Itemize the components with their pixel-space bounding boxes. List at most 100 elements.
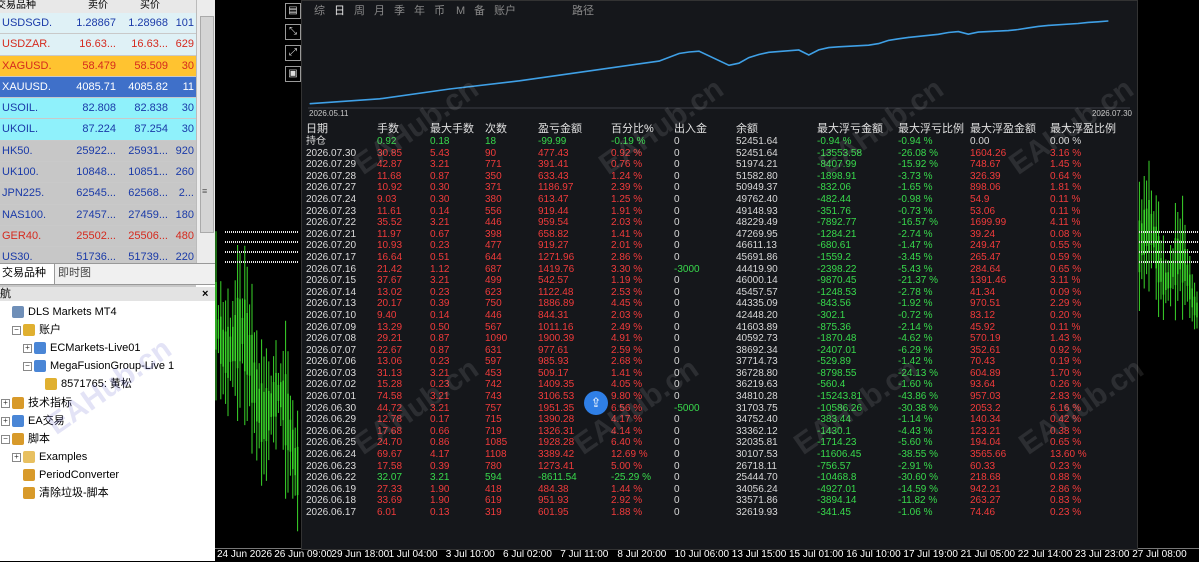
header-ask[interactable]: 买价: [140, 0, 168, 13]
table-cell: 570.19: [970, 333, 1001, 345]
spread-cell: 101: [175, 17, 194, 29]
spread-cell: 180: [175, 208, 194, 221]
shrink-icon[interactable]: ⤡: [285, 24, 301, 40]
table-cell: 1.90: [430, 483, 450, 495]
market-watch-row[interactable]: UKOIL. 87.224 87.254 30: [0, 119, 196, 141]
header-bid[interactable]: 卖价: [88, 0, 116, 13]
market-watch-row[interactable]: XAUUSD. 4085.71 4085.82 11: [0, 76, 196, 99]
candle-body: [220, 316, 222, 364]
scroll-thumb[interactable]: [200, 16, 214, 233]
navigator-node[interactable]: − 脚本: [0, 430, 215, 448]
table-cell: 1604.26: [970, 147, 1007, 159]
expander-icon[interactable]: −: [12, 326, 21, 336]
tab-symbols[interactable]: 交易品种: [0, 264, 55, 284]
table-row[interactable]: 2026.06.23 17.58 0.39 780 1273.41 5.00 % 0 2671…: [302, 461, 1137, 473]
table-cell: 1951.35: [538, 402, 575, 414]
expand-icon[interactable]: ⤢: [285, 45, 301, 61]
navigator-node[interactable]: + EA交易: [0, 412, 215, 430]
table-cell: 0.83 %: [1050, 495, 1082, 507]
ask-cell: 10851...: [128, 166, 168, 179]
table-cell: 40592.73: [736, 333, 778, 345]
table-row[interactable]: 2026.07.20 10.93 0.23 477 919.27 2.01 % 0 46611…: [302, 240, 1137, 252]
market-watch-row[interactable]: NAS100. 27457... 27459... 180: [0, 204, 196, 226]
tab-tick-chart[interactable]: 即时图: [50, 264, 99, 284]
table-row[interactable]: 2026.07.07 22.67 0.87 631 977.61 2.59 % 0 38692…: [302, 345, 1137, 357]
navigator-node[interactable]: PeriodConverter: [0, 466, 215, 484]
close-icon[interactable]: ×: [202, 287, 208, 301]
table-cell: 0.86: [430, 437, 450, 449]
table-row[interactable]: 2026.07.15 37.67 3.21 499 542.57 1.19 % 0 46000…: [302, 275, 1137, 287]
table-cell: 15.28: [377, 379, 403, 391]
navigator-node[interactable]: − 账户: [0, 321, 215, 339]
market-watch-row[interactable]: USDZAR. 16.63... 16.63... 629: [0, 34, 196, 56]
table-cell: 30107.53: [736, 449, 778, 461]
table-row[interactable]: 2026.06.18 33.69 1.90 619 951.93 2.92 % 0 33571…: [302, 495, 1137, 507]
table-cell: 0: [674, 321, 680, 333]
table-cell: 265.47: [970, 251, 1001, 263]
left-panel: 交易品种 卖价 买价 USDSGD. 1.28867 1.28968 101 USDZA…: [0, 0, 215, 561]
table-row[interactable]: 2026.06.26 17.68 0.66 719 1326.31 4.14 % 0 3336…: [302, 426, 1137, 438]
expander-icon[interactable]: +: [23, 344, 32, 354]
expander-icon[interactable]: −: [1, 434, 10, 444]
table-row[interactable]: 2026.07.14 13.02 0.23 623 1122.48 2.53 % 0 4545…: [302, 287, 1137, 299]
market-watch-row[interactable]: HK50. 25922... 25931... 920: [0, 140, 196, 163]
candle-body: [227, 326, 229, 378]
table-row[interactable]: 2026.07.13 20.17 0.39 750 1886.89 4.45 % 0 4433…: [302, 298, 1137, 310]
table-row[interactable]: 2026.06.22 32.07 3.21 594 -8611.54 -25.29 % 0 2…: [302, 472, 1137, 484]
candle-body: [294, 447, 296, 476]
navigator-node[interactable]: 清除垃圾-脚本: [0, 484, 215, 502]
navigator-node[interactable]: + Examples: [0, 448, 215, 466]
expander-icon[interactable]: +: [12, 452, 21, 462]
table-cell: 631: [485, 344, 502, 356]
header-symbol[interactable]: 交易品种: [0, 0, 62, 13]
table-row[interactable]: 2026.07.10 9.40 0.14 446 844.31 2.03 % 0 42448.…: [302, 310, 1137, 322]
table-cell: 35.52: [377, 217, 403, 229]
table-row[interactable]: 2026.06.19 27.33 1.90 418 484.38 1.44 % 0 34056…: [302, 484, 1137, 496]
market-watch-scrollbar[interactable]: ≡: [196, 0, 215, 263]
table-cell: 9.40: [377, 309, 397, 321]
window-icon[interactable]: ▤: [285, 3, 301, 19]
table-cell: 3.21: [430, 275, 450, 287]
table-cell: 17.58: [377, 460, 403, 472]
table-row[interactable]: 2026.07.17 16.64 0.51 644 1271.96 2.86 % 0 4569…: [302, 252, 1137, 264]
table-row[interactable]: 2026.07.08 29.21 0.87 1090 1900.39 4.91 % 0 405…: [302, 333, 1137, 345]
table-row[interactable]: 2026.07.28 11.68 0.87 350 633.43 1.24 % 0 51582…: [302, 171, 1137, 183]
table-row[interactable]: 2026.07.09 13.29 0.50 567 1011.16 2.49 % 0 4160…: [302, 322, 1137, 334]
table-row[interactable]: 2026.06.24 69.67 4.17 1108 3389.42 12.69 % 0 30…: [302, 449, 1137, 461]
expander-icon[interactable]: −: [23, 362, 32, 372]
curve-point: [977, 31, 979, 33]
table-row[interactable]: 2026.07.16 21.42 1.12 687 1419.76 3.30 % -3000…: [302, 264, 1137, 276]
candle-body: [246, 312, 248, 375]
table-cell: 16.64: [377, 251, 403, 263]
market-watch-row[interactable]: GER40. 25502... 25506... 480: [0, 225, 196, 248]
market-watch-row[interactable]: USOIL. 82.808 82.838 30: [0, 98, 196, 120]
table-row[interactable]: 2026.07.24 9.03 0.30 380 613.47 1.25 % 0 49762.…: [302, 194, 1137, 206]
table-cell: -1.14 %: [898, 414, 933, 426]
table-row[interactable]: 2026.06.17 6.01 0.13 319 601.95 1.88 % 0 32619.…: [302, 507, 1137, 519]
table-row[interactable]: 2026.07.27 10.92 0.30 371 1186.97 2.39 % 0 5094…: [302, 182, 1137, 194]
table-row[interactable]: 2026.07.23 11.61 0.14 556 919.44 1.91 % 0 49148…: [302, 206, 1137, 218]
table-row[interactable]: 2026.07.22 35.52 3.21 446 959.54 2.03 % 0 48229…: [302, 217, 1137, 229]
market-watch-row[interactable]: XAGUSD. 58.479 58.509 30: [0, 55, 196, 77]
table-cell: 556: [485, 205, 502, 217]
table-cell: 4.91 %: [611, 333, 643, 345]
table-cell: 0: [674, 460, 680, 472]
table-cell: 484.38: [538, 483, 569, 495]
expander-icon[interactable]: +: [1, 416, 10, 426]
navigator-node-label: 账户: [39, 324, 61, 337]
table-cell: 2026.06.30: [306, 402, 357, 414]
expander-icon[interactable]: +: [1, 398, 10, 408]
table-row[interactable]: 2026.07.21 11.97 0.67 398 658.82 1.41 % 0 47269…: [302, 229, 1137, 241]
table-cell: -1.47 %: [898, 240, 933, 252]
navigator-node[interactable]: DLS Markets MT4: [0, 303, 215, 321]
market-watch-row[interactable]: UK100. 10848... 10851... 260: [0, 162, 196, 184]
time-tick-label: 27 Jul 08:00: [1132, 549, 1187, 560]
table-row[interactable]: 2026.07.06 13.06 0.23 597 985.93 2.68 % 0 37714…: [302, 356, 1137, 368]
market-watch-row[interactable]: JPN225. 62545... 62568... 2...: [0, 183, 196, 205]
table-row[interactable]: 2026.06.25 24.70 0.86 1085 1928.28 6.40 % 0 320…: [302, 437, 1137, 449]
grid-icon[interactable]: ▣: [285, 66, 301, 82]
ea-report-panel: 综日周月季年币 M 备账户 路径 2026.05.11 2026.07.30 日期 手数…: [301, 0, 1138, 550]
ask-cell: 82.838: [134, 102, 168, 115]
navigator-node[interactable]: + ECMarkets-Live01: [0, 339, 215, 357]
market-watch-row[interactable]: USDSGD. 1.28867 1.28968 101: [0, 13, 196, 35]
